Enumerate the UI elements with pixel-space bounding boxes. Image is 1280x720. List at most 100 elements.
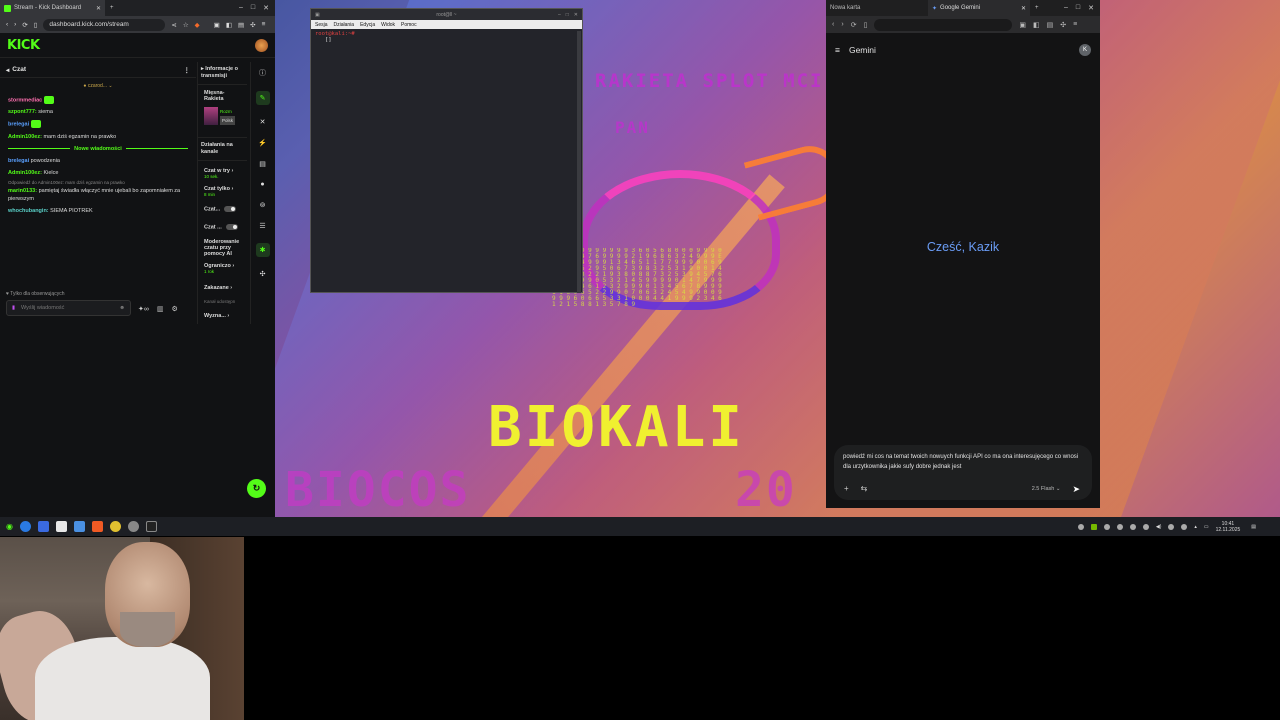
extension-puzzle-icon[interactable]: ✣: [1060, 21, 1066, 29]
microphone-icon[interactable]: [1168, 523, 1175, 530]
url-field[interactable]: dashboard.kick.com/stream: [43, 18, 166, 31]
notes-icon[interactable]: ▤: [259, 160, 266, 168]
terminal-scrollbar[interactable]: [577, 31, 581, 293]
wrench-icon[interactable]: ✱: [255, 243, 270, 257]
desktop-grid-icon[interactable]: [37, 521, 49, 532]
stream-info-title[interactable]: ▸ Informacje o transmisji: [198, 62, 247, 85]
close-window-icon[interactable]: ✕: [263, 4, 269, 12]
info-icon[interactable]: ⓘ: [259, 68, 266, 78]
limit-item[interactable]: Ograniczo › 1 rok: [198, 260, 247, 278]
start-menu-icon[interactable]: ◉: [6, 522, 13, 531]
tray-status-icon[interactable]: [1103, 523, 1110, 530]
slow-mode-item[interactable]: Czat w try › 10 sek.: [198, 165, 247, 183]
nvidia-icon[interactable]: [1090, 523, 1097, 530]
clock[interactable]: 10:41 12.11.2025: [1216, 521, 1241, 533]
browser-tab-gemini[interactable]: ✦ Google Gemini ✕: [928, 0, 1030, 16]
sidebar-icon[interactable]: ◧: [1033, 21, 1040, 29]
edit-icon[interactable]: ✎: [255, 91, 270, 105]
menu-help[interactable]: Pomoc: [401, 22, 417, 28]
menu-session[interactable]: Sesja: [315, 22, 328, 28]
pinned-message[interactable]: ● czarod... ⌄: [0, 78, 196, 94]
tools-icon[interactable]: ⇆: [861, 484, 868, 494]
new-tab-icon[interactable]: +: [1030, 5, 1039, 11]
chat-bubble-icon[interactable]: ●: [260, 181, 264, 188]
ai-moderation-item[interactable]: Moderowanie czatu przy pomocy AI: [198, 236, 247, 260]
chat-username[interactable]: Admin100ez:: [8, 170, 42, 176]
chat-input[interactable]: ▮ Wyślij wiadomość ☻: [6, 300, 131, 316]
maximize-icon[interactable]: □: [566, 12, 569, 18]
new-tab-icon[interactable]: +: [105, 5, 114, 11]
bolt-icon[interactable]: ⚡: [258, 139, 267, 147]
menu-icon[interactable]: ≡: [262, 21, 266, 28]
close-tab-icon[interactable]: ✕: [1021, 5, 1026, 12]
sidebar-icon[interactable]: ◧: [226, 21, 232, 29]
puzzle-icon[interactable]: ✣: [260, 270, 266, 278]
user-avatar[interactable]: [255, 38, 268, 52]
broadcast-icon[interactable]: ⊚: [260, 201, 266, 209]
back-icon[interactable]: ‹: [832, 21, 834, 28]
refresh-fab-icon[interactable]: ↻: [247, 479, 266, 498]
minimize-icon[interactable]: –: [239, 4, 243, 12]
browser-tab-new[interactable]: Nowa karta: [826, 0, 928, 16]
close-tab-icon[interactable]: ✕: [96, 5, 101, 12]
emote-picker-icon[interactable]: ▮: [12, 305, 15, 311]
browser-taskbar-icon[interactable]: [19, 521, 31, 532]
chat-options-icon[interactable]: ⋮: [184, 66, 191, 74]
trash-icon[interactable]: ▥: [157, 305, 164, 313]
menu-edit[interactable]: Edycja: [360, 22, 375, 28]
channel-share-item[interactable]: Kanał udostępn: [198, 296, 247, 308]
toggle-switch[interactable]: [225, 224, 238, 231]
back-icon[interactable]: ‹: [6, 21, 8, 28]
chat-username[interactable]: brelegai: [8, 158, 29, 164]
forward-icon[interactable]: ›: [14, 21, 16, 28]
prompt-input-box[interactable]: powiedź mi cos na temat twoich nowuych f…: [834, 445, 1092, 500]
kali-dragon-icon[interactable]: [73, 521, 85, 532]
brave-shield-icon[interactable]: ◆: [195, 21, 200, 29]
list-icon[interactable]: ☰: [259, 222, 265, 230]
chat-username[interactable]: marin0133:: [8, 188, 37, 194]
reload-icon[interactable]: ⟳: [22, 21, 27, 29]
send-icon[interactable]: ➤: [1072, 484, 1080, 494]
bookmark-icon[interactable]: ▯: [34, 21, 38, 29]
settings-taskbar-icon[interactable]: [127, 521, 139, 532]
minimize-icon[interactable]: –: [1064, 4, 1068, 12]
screen-icon[interactable]: ▭: [1204, 524, 1209, 530]
chat-username[interactable]: Admin100ez:: [8, 134, 42, 140]
maximize-icon[interactable]: □: [1076, 4, 1080, 12]
hamburger-menu-icon[interactable]: ≡: [835, 45, 840, 55]
chat-username[interactable]: brelegai: [8, 122, 29, 128]
extensions-icon[interactable]: ▣: [214, 21, 220, 29]
chat-toggle-1[interactable]: Czat...: [198, 203, 247, 215]
maximize-icon[interactable]: □: [251, 4, 255, 12]
menu-actions[interactable]: Działania: [334, 22, 355, 28]
tray-app-icon[interactable]: [1077, 523, 1084, 530]
extension-puzzle-icon[interactable]: ✣: [250, 21, 255, 29]
highlight-item[interactable]: Wyzna... ›: [198, 310, 247, 322]
terminal-taskbar-icon[interactable]: [145, 521, 157, 532]
browser-tab-kick[interactable]: Stream - Kick Dashboard ✕: [0, 0, 105, 16]
close-window-icon[interactable]: ✕: [1088, 4, 1094, 12]
banned-item[interactable]: Zakazane ›: [198, 282, 247, 294]
chat-username[interactable]: whochubangin:: [8, 208, 49, 214]
minimize-icon[interactable]: –: [558, 12, 561, 18]
display-icon[interactable]: [1142, 523, 1149, 530]
chat-username[interactable]: stormmediac: [8, 97, 42, 103]
chat-username[interactable]: szpont777:: [8, 109, 37, 115]
wallet-icon[interactable]: ▤: [1047, 21, 1054, 29]
url-field[interactable]: [874, 18, 1013, 31]
kick-logo[interactable]: KICK: [7, 38, 40, 53]
show-desktop-icon[interactable]: ▤: [1251, 524, 1256, 530]
forward-icon[interactable]: ›: [841, 21, 843, 28]
brave-taskbar-icon[interactable]: [91, 521, 103, 532]
kicks-icon[interactable]: ✦∞: [138, 305, 149, 313]
tray-expand-icon[interactable]: ▴: [1194, 524, 1197, 530]
add-attachment-icon[interactable]: +: [844, 484, 849, 494]
toggle-switch[interactable]: [224, 206, 237, 212]
menu-icon[interactable]: ≡: [1073, 21, 1077, 28]
followers-mode-item[interactable]: Czat tylko › 8 min: [198, 183, 247, 201]
emoji-icon[interactable]: ☻: [119, 305, 125, 311]
bookmark-icon[interactable]: ▯: [864, 21, 868, 29]
terminal-titlebar[interactable]: ▣ root@ll ~ – □ ✕: [311, 9, 582, 20]
wallet-icon[interactable]: ▤: [238, 21, 244, 29]
tray-update-icon[interactable]: [1116, 523, 1123, 530]
